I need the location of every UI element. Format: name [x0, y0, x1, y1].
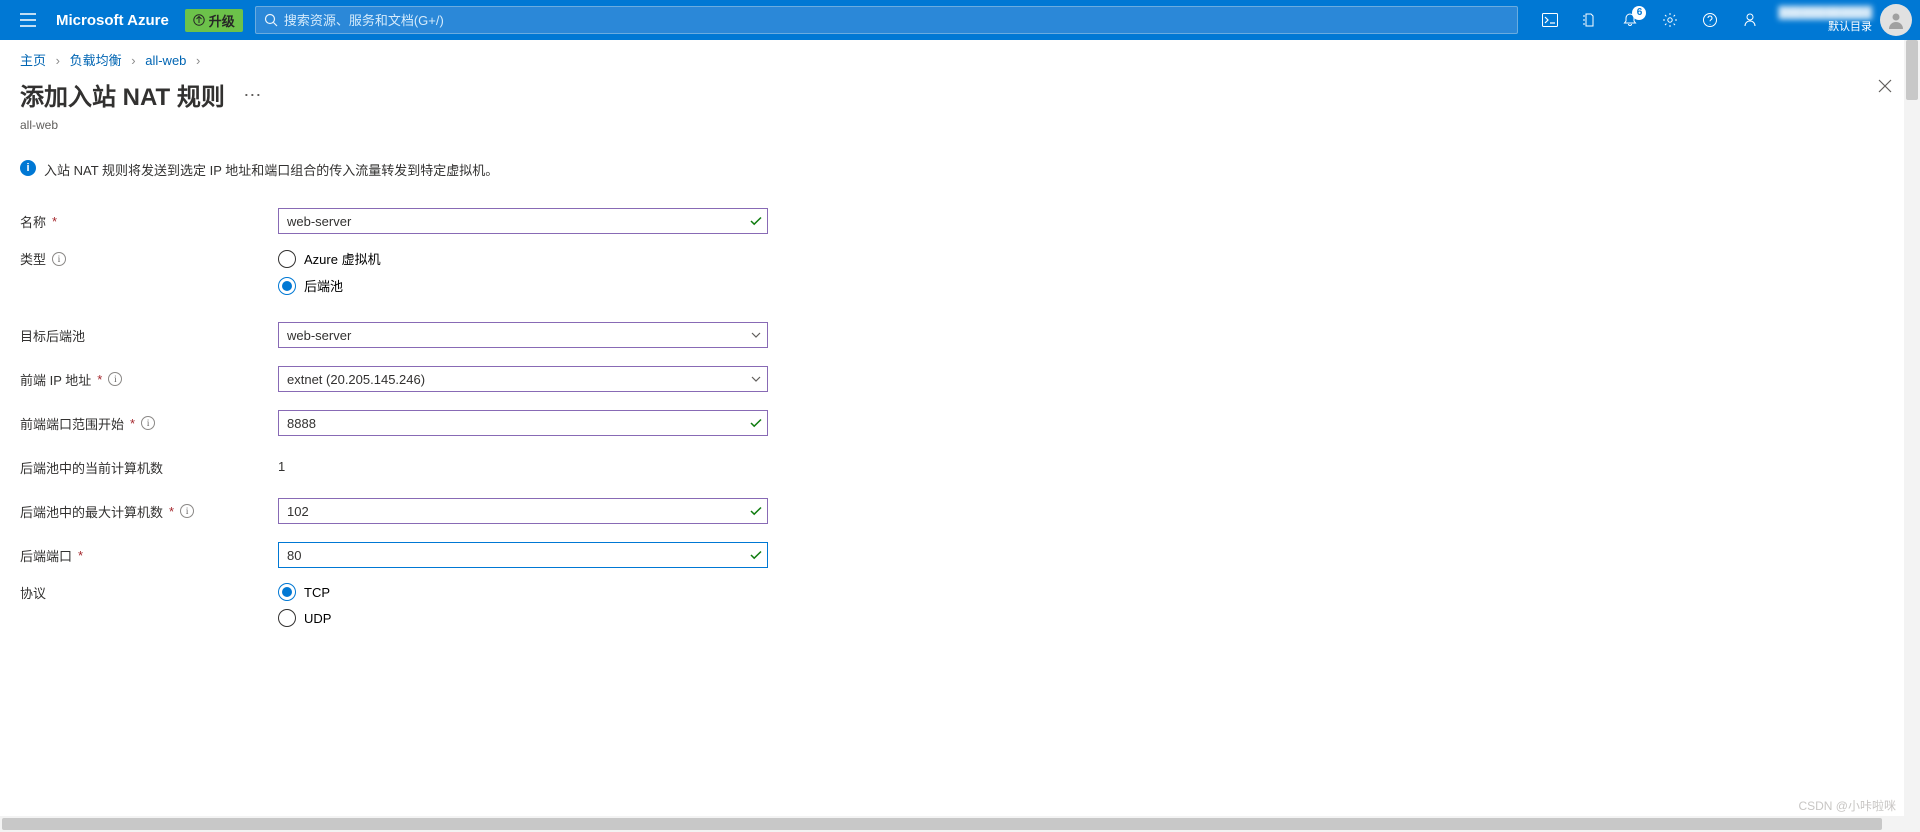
label-type: 类型	[20, 249, 46, 268]
vertical-scrollbar[interactable]	[1904, 40, 1920, 832]
page-title: 添加入站 NAT 规则	[20, 77, 225, 112]
info-text: 入站 NAT 规则将发送到选定 IP 地址和端口组合的传入流量转发到特定虚拟机。	[44, 160, 498, 179]
radio-protocol-tcp[interactable]: TCP	[278, 583, 768, 601]
settings-icon[interactable]	[1650, 0, 1690, 40]
page-subtitle: all-web	[0, 118, 1920, 150]
upgrade-label: 升级	[209, 11, 235, 30]
search-icon	[264, 13, 278, 27]
user-box[interactable]: ████████████ 默认目录	[1778, 6, 1872, 34]
label-name: 名称	[20, 212, 46, 231]
notifications-icon[interactable]: 6	[1610, 0, 1650, 40]
row-max-machines: 后端池中的最大计算机数 * i	[20, 491, 1900, 531]
label-backend-pool: 目标后端池	[20, 326, 85, 345]
label-current-machines: 后端池中的当前计算机数	[20, 458, 163, 477]
directories-icon[interactable]	[1570, 0, 1610, 40]
directory-label: 默认目录	[1828, 20, 1872, 34]
menu-icon[interactable]	[8, 0, 48, 40]
required-mark: *	[78, 548, 83, 563]
name-input[interactable]	[278, 208, 768, 234]
content: i 入站 NAT 规则将发送到选定 IP 地址和端口组合的传入流量转发到特定虚拟…	[0, 150, 1920, 832]
feedback-icon[interactable]	[1730, 0, 1770, 40]
check-icon	[750, 215, 762, 227]
radio-label: Azure 虚拟机	[304, 249, 381, 268]
breadcrumb-item[interactable]: all-web	[145, 53, 186, 68]
upgrade-icon	[193, 14, 205, 26]
breadcrumb-item[interactable]: 负载均衡	[70, 53, 122, 68]
check-icon	[750, 549, 762, 561]
radio-label: 后端池	[304, 276, 343, 295]
horizontal-scrollbar[interactable]	[0, 816, 1904, 832]
chevron-right-icon: ›	[56, 53, 60, 68]
chevron-right-icon: ›	[196, 53, 200, 68]
info-banner: i 入站 NAT 规则将发送到选定 IP 地址和端口组合的传入流量转发到特定虚拟…	[20, 160, 1900, 179]
more-icon[interactable]: ⋯	[243, 85, 261, 106]
check-icon	[750, 505, 762, 517]
notification-badge: 6	[1632, 6, 1646, 20]
chevron-right-icon: ›	[131, 53, 135, 68]
help-icon[interactable]: i	[52, 252, 66, 266]
radio-label: UDP	[304, 611, 331, 626]
backend-port-input[interactable]	[278, 542, 768, 568]
scrollbar-thumb[interactable]	[2, 818, 1882, 830]
max-machines-input[interactable]	[278, 498, 768, 524]
help-icon[interactable]: i	[180, 504, 194, 518]
backend-pool-select[interactable]	[278, 322, 768, 348]
radio-protocol-udp[interactable]: UDP	[278, 609, 768, 627]
row-frontend-ip: 前端 IP 地址 * i	[20, 359, 1900, 399]
watermark: CSDN @小咔啦咪	[1798, 797, 1896, 814]
row-protocol: 协议 TCP UDP	[20, 579, 1900, 627]
radio-type-backend-pool[interactable]: 后端池	[278, 276, 768, 295]
search-box[interactable]	[255, 6, 1519, 34]
row-name: 名称 *	[20, 201, 1900, 241]
row-type: 类型 i Azure 虚拟机 后端池	[20, 245, 1900, 295]
row-frontend-port-start: 前端端口范围开始 * i	[20, 403, 1900, 443]
top-actions: 6	[1530, 0, 1770, 40]
avatar[interactable]	[1880, 4, 1912, 36]
label-protocol: 协议	[20, 583, 46, 602]
radio-type-vm[interactable]: Azure 虚拟机	[278, 249, 768, 268]
breadcrumb: 主页 › 负载均衡 › all-web ›	[0, 40, 1920, 73]
row-backend-pool: 目标后端池	[20, 315, 1900, 355]
check-icon	[750, 417, 762, 429]
help-icon[interactable]	[1690, 0, 1730, 40]
radio-label: TCP	[304, 585, 330, 600]
user-name: ████████████	[1778, 6, 1872, 20]
required-mark: *	[169, 504, 174, 519]
info-icon: i	[20, 160, 36, 176]
label-backend-port: 后端端口	[20, 546, 72, 565]
cloud-shell-icon[interactable]	[1530, 0, 1570, 40]
label-frontend-ip: 前端 IP 地址	[20, 370, 91, 389]
row-backend-port: 后端端口 *	[20, 535, 1900, 575]
breadcrumb-item[interactable]: 主页	[20, 53, 46, 68]
brand-label[interactable]: Microsoft Azure	[56, 12, 169, 29]
label-max-machines: 后端池中的最大计算机数	[20, 502, 163, 521]
help-icon[interactable]: i	[141, 416, 155, 430]
search-input[interactable]	[284, 13, 1510, 28]
help-icon[interactable]: i	[108, 372, 122, 386]
page-header: 添加入站 NAT 规则 ⋯	[0, 73, 1920, 118]
required-mark: *	[130, 416, 135, 431]
frontend-ip-select[interactable]	[278, 366, 768, 392]
row-current-machines: 后端池中的当前计算机数 1	[20, 447, 1900, 487]
required-mark: *	[52, 214, 57, 229]
topbar: Microsoft Azure 升级 6 ███	[0, 0, 1920, 40]
required-mark: *	[97, 372, 102, 387]
scrollbar-thumb[interactable]	[1906, 40, 1918, 100]
close-icon[interactable]	[1878, 79, 1892, 93]
frontend-port-start-input[interactable]	[278, 410, 768, 436]
label-frontend-port-start: 前端端口范围开始	[20, 414, 124, 433]
current-machines-value: 1	[278, 459, 285, 474]
upgrade-button[interactable]: 升级	[185, 9, 243, 32]
